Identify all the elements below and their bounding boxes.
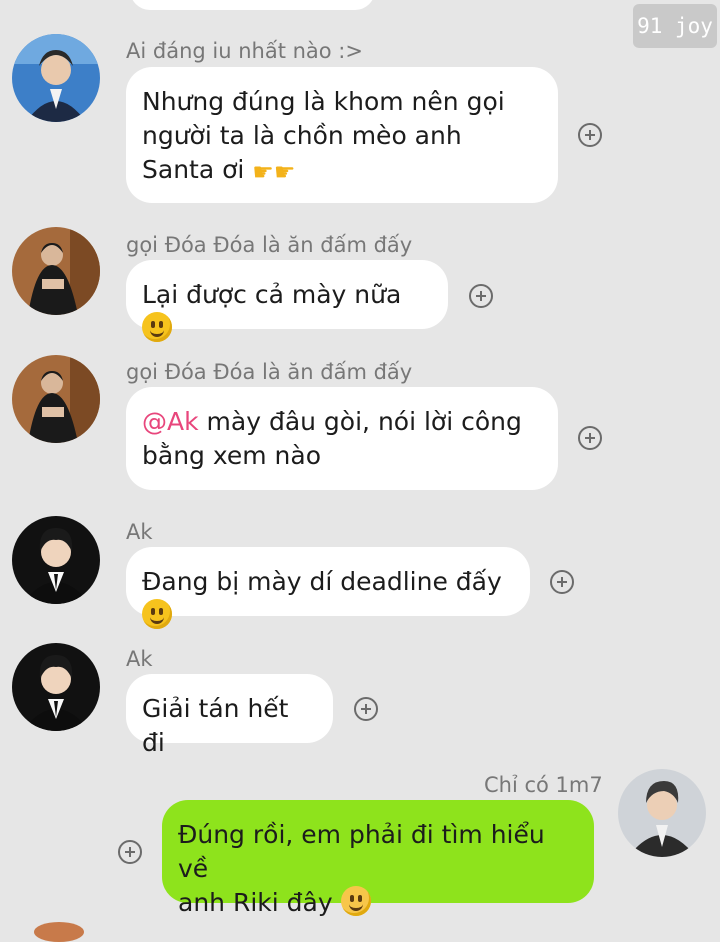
add-reaction-icon[interactable] [578, 123, 602, 147]
message-text-line: Santa ơi [142, 155, 245, 184]
add-reaction-icon[interactable] [469, 284, 493, 308]
message-bubble[interactable]: Nhưng đúng là khom nên gọi người ta là c… [126, 67, 558, 203]
message-bubble[interactable]: Đang bị mày dí deadline đấy [126, 547, 530, 629]
next-avatar-peek [34, 922, 84, 942]
message-text-line: anh Riki đây [178, 888, 333, 917]
sender-name: gọi Đóa Đóa là ăn đấm đấy [126, 233, 413, 257]
avatar[interactable] [12, 516, 100, 604]
add-reaction-icon[interactable] [354, 697, 378, 721]
message-text-line: mày đâu gòi, nói lời công [198, 407, 522, 436]
message-bubble[interactable]: Giải tán hết đi [126, 674, 333, 757]
avatar[interactable] [12, 643, 100, 731]
message-bubble[interactable]: Lại được cả mày nữa [126, 260, 448, 342]
message-text-line: Lại được cả mày nữa [142, 280, 402, 309]
sender-name: Ak [126, 647, 153, 671]
mention-link[interactable]: @Ak [142, 407, 199, 436]
avatar[interactable] [12, 355, 100, 443]
avatar[interactable] [12, 227, 100, 315]
message-bubble[interactable]: @Ak mày đâu gòi, nói lời công bằng xem n… [126, 387, 558, 490]
blush-emoji [340, 886, 371, 916]
avatar[interactable] [12, 34, 100, 122]
message-bubble[interactable]: Đúng rồi, em phải đi tìm hiểu về anh Rik… [162, 800, 594, 917]
avatar[interactable] [618, 769, 706, 857]
message-text-line: Đang bị mày dí deadline đấy [142, 567, 502, 596]
sender-name: Ak [126, 520, 153, 544]
add-reaction-icon[interactable] [578, 426, 602, 450]
add-reaction-icon[interactable] [550, 570, 574, 594]
message-text-line: người ta là chồn mèo anh [142, 121, 462, 150]
message-text-line: Đúng rồi, em phải đi tìm hiểu về [178, 820, 545, 883]
message-text-line: bằng xem nào [142, 441, 322, 470]
previous-message-bubble[interactable] [130, 0, 375, 10]
smile-emoji [142, 599, 172, 629]
smile-emoji [142, 312, 172, 342]
message-text-line: Nhưng đúng là khom nên gọi [142, 87, 505, 116]
sender-name: Ai đáng iu nhất nào :> [126, 39, 363, 63]
pointing-hand-emoji: ☛☛ [252, 158, 296, 186]
sender-name: Chỉ có 1m7 [484, 773, 603, 797]
message-text-line: Giải tán hết đi [142, 694, 289, 757]
sender-name: gọi Đóa Đóa là ăn đấm đấy [126, 360, 413, 384]
watermark: 91 joy [633, 4, 717, 48]
add-reaction-icon[interactable] [118, 840, 142, 864]
